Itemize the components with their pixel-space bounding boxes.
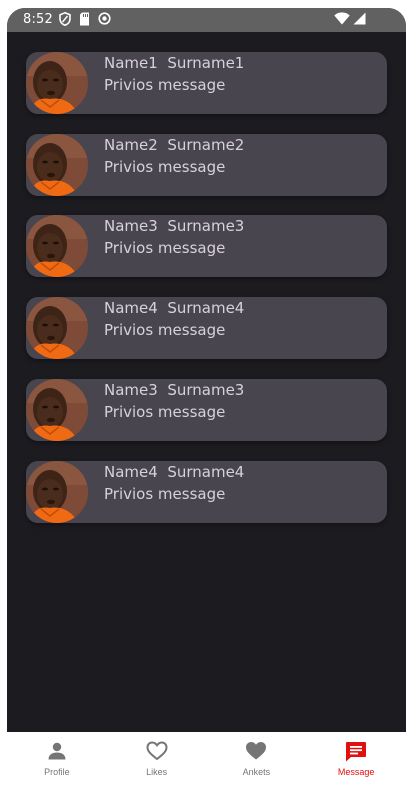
message-card[interactable]: Name2 Surname2 Privios message: [26, 134, 387, 196]
preview-message: Privios message: [104, 485, 226, 503]
nav-item-message[interactable]: Message: [306, 732, 406, 787]
avatar: [26, 461, 88, 523]
nav-item-likes[interactable]: Likes: [107, 732, 207, 787]
avatar: [26, 52, 88, 114]
preview-message: Privios message: [104, 239, 226, 257]
preview-message: Privios message: [104, 403, 226, 421]
bottom-navigation: Profile Likes Ankets Message: [7, 732, 406, 787]
avatar: [26, 297, 88, 359]
status-icons-left: [59, 12, 111, 26]
contact-name: Name3 Surname3: [104, 217, 245, 235]
phone-screen: 8:52 Name1 Surname1 Privios message Name…: [7, 8, 406, 787]
nav-item-profile[interactable]: Profile: [7, 732, 107, 787]
message-card[interactable]: Name4 Surname4 Privios message: [26, 297, 387, 359]
nav-label-likes: Likes: [146, 767, 168, 777]
status-time: 8:52: [23, 12, 53, 27]
sd-card-icon: [79, 12, 90, 26]
preview-message: Privios message: [104, 158, 226, 176]
avatar: [26, 379, 88, 441]
message-card[interactable]: Name4 Surname4 Privios message: [26, 461, 387, 523]
status-icons-right: [334, 12, 366, 25]
person-icon: [47, 741, 67, 761]
message-card[interactable]: Name3 Surname3 Privios message: [26, 379, 387, 441]
sync-icon: [98, 12, 111, 26]
nav-label-message: Message: [337, 767, 375, 777]
heart-filled-icon: [245, 741, 267, 761]
preview-message: Privios message: [104, 321, 226, 339]
shield-icon: [59, 12, 71, 26]
nav-label-ankets: Ankets: [242, 767, 271, 777]
cellular-signal-icon: [353, 12, 366, 25]
avatar: [26, 215, 88, 277]
contact-name: Name4 Surname4: [104, 463, 245, 481]
wifi-icon: [334, 12, 350, 25]
preview-message: Privios message: [104, 76, 226, 94]
avatar: [26, 134, 88, 196]
status-bar: 8:52: [7, 8, 406, 32]
nav-item-ankets[interactable]: Ankets: [207, 732, 307, 787]
nav-label-profile: Profile: [44, 767, 70, 777]
contact-name: Name2 Surname2: [104, 136, 245, 154]
message-card[interactable]: Name1 Surname1 Privios message: [26, 52, 387, 114]
heart-outline-icon: [146, 741, 168, 761]
contact-name: Name3 Surname3: [104, 381, 245, 399]
message-card[interactable]: Name3 Surname3 Privios message: [26, 215, 387, 277]
contact-name: Name1 Surname1: [104, 54, 245, 72]
message-icon: [345, 741, 367, 762]
contact-name: Name4 Surname4: [104, 299, 245, 317]
